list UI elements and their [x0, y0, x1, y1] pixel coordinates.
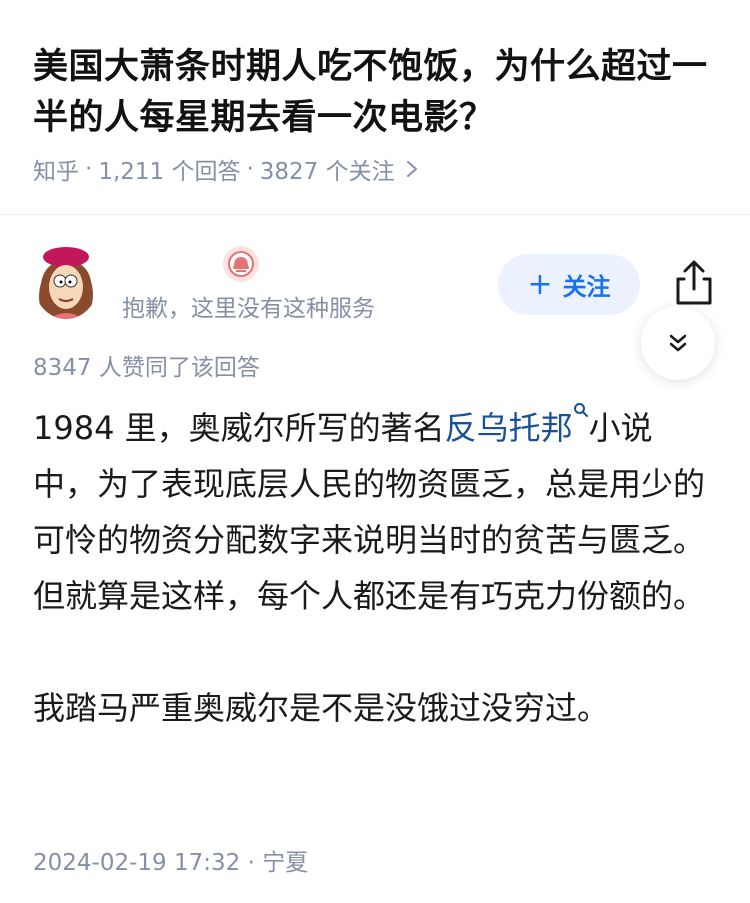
- vote-count: 8347 人赞同了该回答: [33, 355, 260, 381]
- answer-body: 1984 里，奥威尔所写的著名反乌托邦 小说中，为了表现底层人民的物资匮乏，总是用…: [33, 400, 708, 792]
- question-title[interactable]: 美国大萧条时期人吃不饱饭，为什么超过一半的人每星期去看一次电影？: [33, 42, 723, 144]
- question-meta[interactable]: 知乎 · 1,211 个回答 · 3827 个关注: [33, 152, 419, 186]
- follow-label: 关注: [562, 273, 611, 301]
- meta-separator: ·: [246, 156, 254, 182]
- answer-page: 美国大萧条时期人吃不饱饭，为什么超过一半的人每星期去看一次电影？ 知乎 · 1,…: [0, 0, 750, 903]
- answer-footer: 2024-02-19 17:32 · 宁夏: [33, 843, 308, 877]
- share-icon[interactable]: [672, 259, 716, 307]
- answer-paragraph: 1984 里，奥威尔所写的著名反乌托邦 小说中，为了表现底层人民的物资匮乏，总是用…: [33, 400, 708, 624]
- meta-separator: ·: [247, 850, 255, 876]
- answer-count: 1,211 个回答: [98, 159, 241, 185]
- collapse-button[interactable]: [641, 306, 715, 380]
- source-label: 知乎: [33, 159, 79, 185]
- meta-separator: ·: [85, 156, 93, 182]
- answer-paragraph: 我踏马严重奥威尔是不是没饿过没穷过。: [33, 689, 610, 727]
- follow-button[interactable]: + 关注: [498, 254, 640, 315]
- location: 宁夏: [262, 850, 309, 876]
- double-chevron-down-icon: [669, 334, 687, 352]
- answer-text: 1984 里，奥威尔所写的著名: [33, 409, 445, 447]
- timestamp: 2024-02-19 17:32: [33, 850, 241, 876]
- divider: [0, 214, 750, 215]
- helmet-badge-icon: [223, 246, 259, 282]
- avatar[interactable]: [33, 243, 99, 319]
- plus-icon: +: [527, 266, 553, 302]
- search-link[interactable]: 反乌托邦: [445, 409, 573, 447]
- chevron-right-icon: [406, 161, 417, 177]
- search-icon[interactable]: [573, 402, 589, 418]
- follower-count: 3827 个关注: [259, 159, 395, 185]
- author-bio: 抱歉，这里没有这种服务: [122, 296, 375, 322]
